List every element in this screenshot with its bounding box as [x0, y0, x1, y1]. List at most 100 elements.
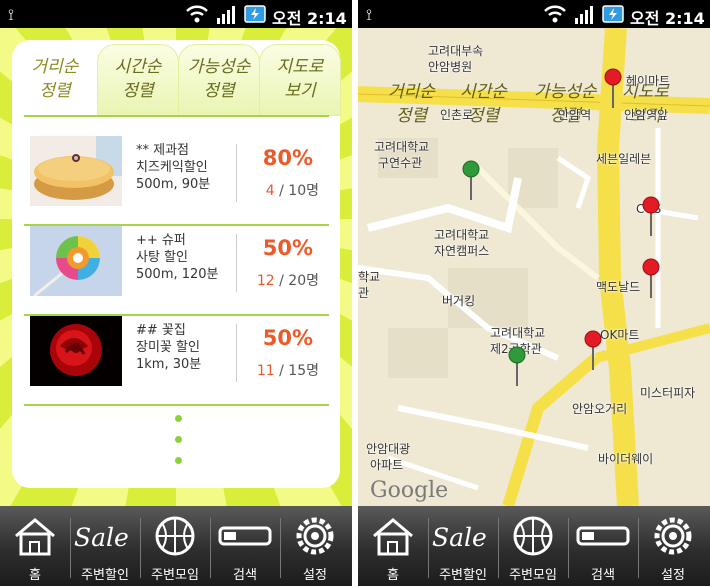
deal-percent: 50% [262, 326, 313, 350]
sale-icon: Sale [432, 523, 487, 552]
nav-label: 설정 [303, 568, 327, 583]
map-label: 버거킹 [442, 294, 476, 308]
google-logo: Google [370, 478, 449, 503]
tab-possibility-sort[interactable]: 가능성순 정렬 [178, 44, 260, 116]
map-label: 안암병원 [428, 60, 473, 74]
deal-text: ** 제과점 치즈케익할인 500m, 90분 [136, 142, 210, 193]
map-label: 고려대학교 [374, 140, 430, 154]
tab-label: 지도로 보기 [276, 57, 324, 101]
map-label: 고려대학교 [490, 326, 546, 340]
nav-label: 홈 [29, 568, 41, 583]
status-time: 오전 2:14 [630, 9, 705, 28]
sale-icon: Sale [74, 523, 129, 552]
nav-label: 주변할인 [439, 568, 487, 583]
nav-nearby-sale[interactable]: Sale 주변할인 [428, 506, 498, 586]
map-label: 구연수관 [378, 156, 423, 170]
basketball-icon [155, 516, 195, 556]
deal-store: ++ 슈퍼 [136, 233, 186, 248]
green-pin-icon[interactable] [508, 346, 526, 386]
deal-count-total: / 10명 [274, 183, 319, 199]
deal-meta: 1km, 30분 [136, 357, 202, 372]
red-pin-icon[interactable] [604, 68, 622, 108]
signal-icon [217, 6, 235, 24]
sale-word: Sale [74, 523, 129, 552]
nav-label: 설정 [661, 568, 685, 583]
nav-search[interactable]: 검색 [210, 506, 280, 586]
map-label: OK마트 [600, 328, 640, 342]
battery-icon [602, 5, 624, 23]
green-pin-icon[interactable] [462, 160, 480, 200]
deal-meta: 500m, 90분 [136, 177, 211, 192]
map-label: 학교 [358, 270, 381, 284]
deal-item[interactable]: ++ 슈퍼 사탕 할인 500m, 120분 50% 12 / 20명 [24, 218, 329, 316]
battery-icon [244, 5, 266, 23]
deal-title: 치즈케익할인 [136, 160, 208, 175]
search-bar-icon [576, 526, 630, 546]
deal-count-total: / 15명 [274, 363, 319, 379]
deal-meta: 500m, 120분 [136, 267, 219, 282]
basketball-icon [513, 516, 553, 556]
map-label: 미스터피자 [640, 386, 696, 400]
tab-map-view[interactable]: 지도로 보기 [259, 44, 341, 116]
red-pin-icon[interactable] [642, 196, 660, 236]
list-screen: ⟟ 오전 2:14 거리순 정렬 시간순 정렬 가능성순 정렬 지도로 보기 *… [0, 0, 352, 586]
map-label: 안암오거리 [572, 402, 628, 416]
map-tab-distance[interactable]: 거리순 정렬 [388, 80, 435, 128]
nav-label: 검색 [233, 568, 257, 583]
home-icon [373, 518, 413, 556]
usb-icon: ⟟ [8, 5, 14, 24]
deal-title: 장미꽃 할인 [136, 340, 200, 355]
map-label: 고려대부속 [428, 44, 484, 58]
tab-time-sort[interactable]: 시간순 정렬 [97, 44, 179, 116]
tab-distance-sort[interactable]: 거리순 정렬 [14, 44, 96, 116]
deal-count-current: 4 [265, 183, 275, 199]
sale-word: Sale [432, 523, 487, 552]
nav-home[interactable]: 홈 [358, 506, 428, 586]
bottom-nav: 홈 Sale 주변할인 주변모임 검색 설정 [0, 506, 352, 586]
deal-count: 12 / 20명 [257, 270, 319, 290]
deal-item[interactable]: ## 꽃집 장미꽃 할인 1km, 30분 50% 11 / 15명 [24, 308, 329, 406]
map-label: 자연캠퍼스 [434, 244, 490, 258]
search-bar-icon [218, 526, 272, 546]
nav-label: 주변모임 [509, 568, 557, 583]
nav-label: 검색 [591, 568, 615, 583]
nav-search[interactable]: 검색 [568, 506, 638, 586]
cheesecake-image [30, 136, 122, 206]
deal-percent: 80% [262, 146, 313, 170]
wifi-icon [186, 5, 208, 23]
nav-settings[interactable]: 설정 [280, 506, 350, 586]
tab-label: 거리순 정렬 [31, 57, 79, 101]
red-pin-icon[interactable] [584, 330, 602, 370]
deal-count: 11 / 15명 [257, 360, 319, 380]
red-pin-icon[interactable] [642, 258, 660, 298]
nav-label: 주변모임 [151, 568, 199, 583]
map-label: 관 [358, 286, 370, 300]
tab-underline [24, 115, 329, 117]
bottom-nav: 홈 Sale 주변할인 주변모임 검색 설정 [358, 506, 710, 586]
deal-item[interactable]: ** 제과점 치즈케익할인 500m, 90분 80% 4 / 10명 [24, 128, 329, 226]
nav-settings[interactable]: 설정 [638, 506, 708, 586]
usb-icon: ⟟ [366, 5, 372, 24]
status-time: 오전 2:14 [272, 9, 347, 28]
nav-home[interactable]: 홈 [0, 506, 70, 586]
nav-nearby-meetup[interactable]: 주변모임 [498, 506, 568, 586]
deal-separator [24, 404, 329, 406]
deal-text: ## 꽃집 장미꽃 할인 1km, 30분 [136, 322, 201, 373]
map-label: 바이더웨이 [598, 452, 654, 466]
divider [236, 234, 237, 292]
map-label: 인촌로 [440, 108, 474, 122]
lollipop-image [30, 226, 122, 296]
deal-count-current: 11 [256, 363, 275, 379]
wifi-icon [544, 5, 566, 23]
deal-count: 4 / 10명 [266, 180, 319, 200]
deal-count-current: 12 [256, 273, 275, 289]
map-view[interactable]: 거리순 정렬 시간순 정렬 가능성순 정렬 지도로 보기 고려대부속 안암병원 … [358, 28, 710, 506]
map-label: 고려대학교 [434, 228, 490, 242]
deal-title: 사탕 할인 [136, 250, 188, 265]
nav-nearby-sale[interactable]: Sale 주변할인 [70, 506, 140, 586]
map-label: 안암역 [558, 108, 592, 122]
deal-text: ++ 슈퍼 사탕 할인 500m, 120분 [136, 232, 219, 283]
map-label: 헤이마트 [626, 74, 671, 88]
nav-nearby-meetup[interactable]: 주변모임 [140, 506, 210, 586]
more-indicator[interactable] [175, 415, 182, 478]
